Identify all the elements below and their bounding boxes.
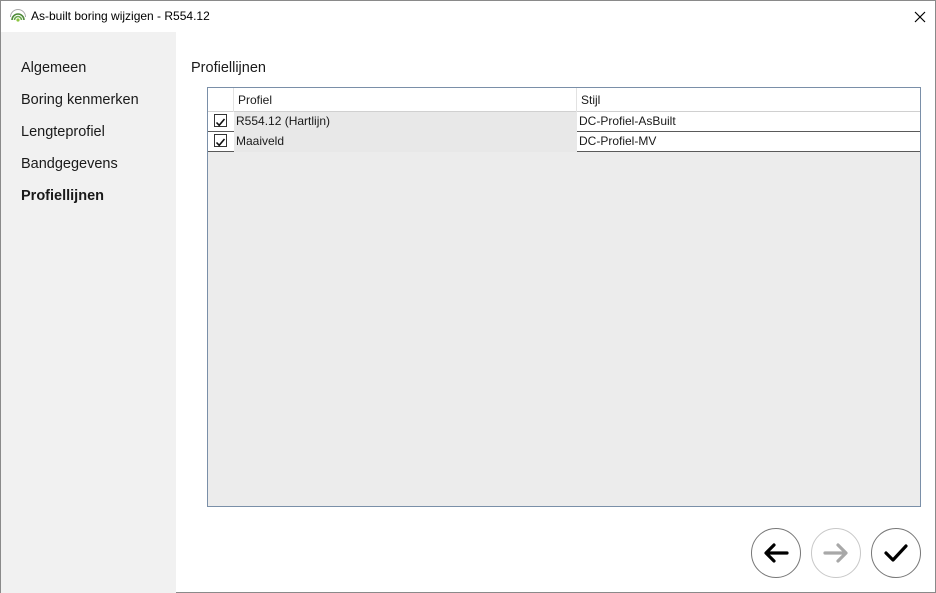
profiellijnen-grid: Profiel Stijl R554.12 (Hartlijn) DC-Prof… [207, 87, 921, 507]
title-bar: As-built boring wijzigen - R554.12 [1, 1, 935, 32]
close-icon [914, 11, 926, 22]
close-button[interactable] [905, 1, 935, 32]
checkmark-icon [215, 138, 226, 147]
sidebar-item-lengteprofiel[interactable]: Lengteprofiel [21, 124, 105, 140]
window-title: As-built boring wijzigen - R554.12 [31, 9, 210, 23]
cell-stijl[interactable]: DC-Profiel-AsBuilt [577, 112, 920, 132]
cell-profiel[interactable]: R554.12 (Hartlijn) [234, 112, 577, 132]
row-checkbox[interactable] [214, 134, 227, 147]
back-button[interactable] [751, 528, 801, 578]
table-row[interactable]: Maaiveld DC-Profiel-MV [208, 132, 920, 152]
next-button[interactable] [811, 528, 861, 578]
table-row[interactable]: R554.12 (Hartlijn) DC-Profiel-AsBuilt [208, 112, 920, 132]
column-header-profiel[interactable]: Profiel [234, 88, 577, 112]
app-logo-icon [10, 9, 26, 22]
cell-profiel[interactable]: Maaiveld [234, 132, 577, 152]
finish-button[interactable] [871, 528, 921, 578]
row-checkbox[interactable] [214, 114, 227, 127]
grid-header: Profiel Stijl [208, 88, 920, 112]
arrow-right-icon [823, 543, 848, 563]
cell-stijl[interactable]: DC-Profiel-MV [577, 132, 920, 152]
header-select-column[interactable] [208, 88, 234, 112]
sidebar-item-bandgegevens[interactable]: Bandgegevens [21, 156, 118, 172]
dialog-window: As-built boring wijzigen - R554.12 Algem… [0, 0, 936, 593]
section-title: Profiellijnen [191, 60, 266, 76]
sidebar: Algemeen Boring kenmerken Lengteprofiel … [1, 32, 176, 593]
checkmark-icon [884, 544, 908, 562]
sidebar-item-boring-kenmerken[interactable]: Boring kenmerken [21, 92, 139, 108]
checkmark-icon [215, 118, 226, 127]
sidebar-item-profiellijnen[interactable]: Profiellijnen [21, 188, 104, 204]
sidebar-item-algemeen[interactable]: Algemeen [21, 60, 86, 76]
arrow-left-icon [764, 543, 789, 563]
column-header-stijl[interactable]: Stijl [577, 88, 920, 112]
